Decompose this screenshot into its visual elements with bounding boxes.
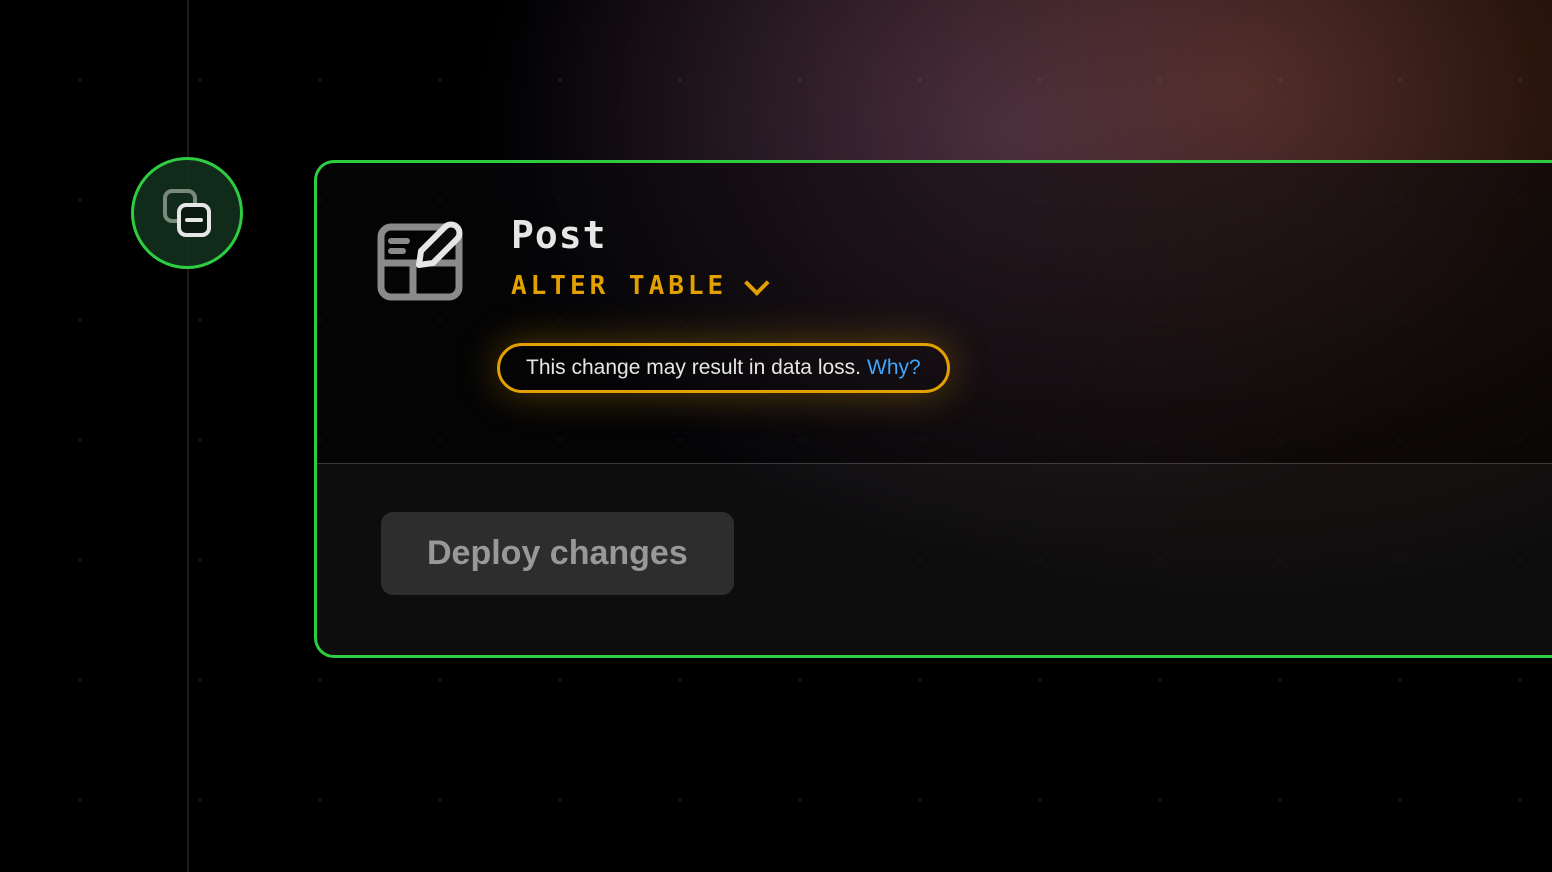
change-panel: Post ALTER TABLE This change may result … — [314, 160, 1552, 658]
action-dropdown[interactable]: ALTER TABLE — [511, 271, 763, 301]
title-text-group: Post ALTER TABLE — [511, 213, 763, 301]
title-row: Post ALTER TABLE — [377, 213, 1492, 303]
panel-header-section: Post ALTER TABLE This change may result … — [317, 163, 1552, 463]
warning-text: This change may result in data loss. — [526, 356, 861, 380]
timeline-node-badge — [131, 157, 243, 269]
why-link[interactable]: Why? — [867, 356, 921, 380]
timeline-vertical-line — [187, 0, 189, 872]
chevron-down-icon — [744, 270, 769, 295]
action-label: ALTER TABLE — [511, 271, 727, 301]
panel-actions-section: Deploy changes — [317, 463, 1552, 655]
branch-diff-icon — [159, 185, 215, 241]
table-edit-icon — [377, 219, 465, 303]
entity-name: Post — [511, 213, 763, 257]
deploy-changes-button[interactable]: Deploy changes — [381, 512, 734, 595]
warning-pill: This change may result in data loss. Why… — [497, 343, 950, 393]
